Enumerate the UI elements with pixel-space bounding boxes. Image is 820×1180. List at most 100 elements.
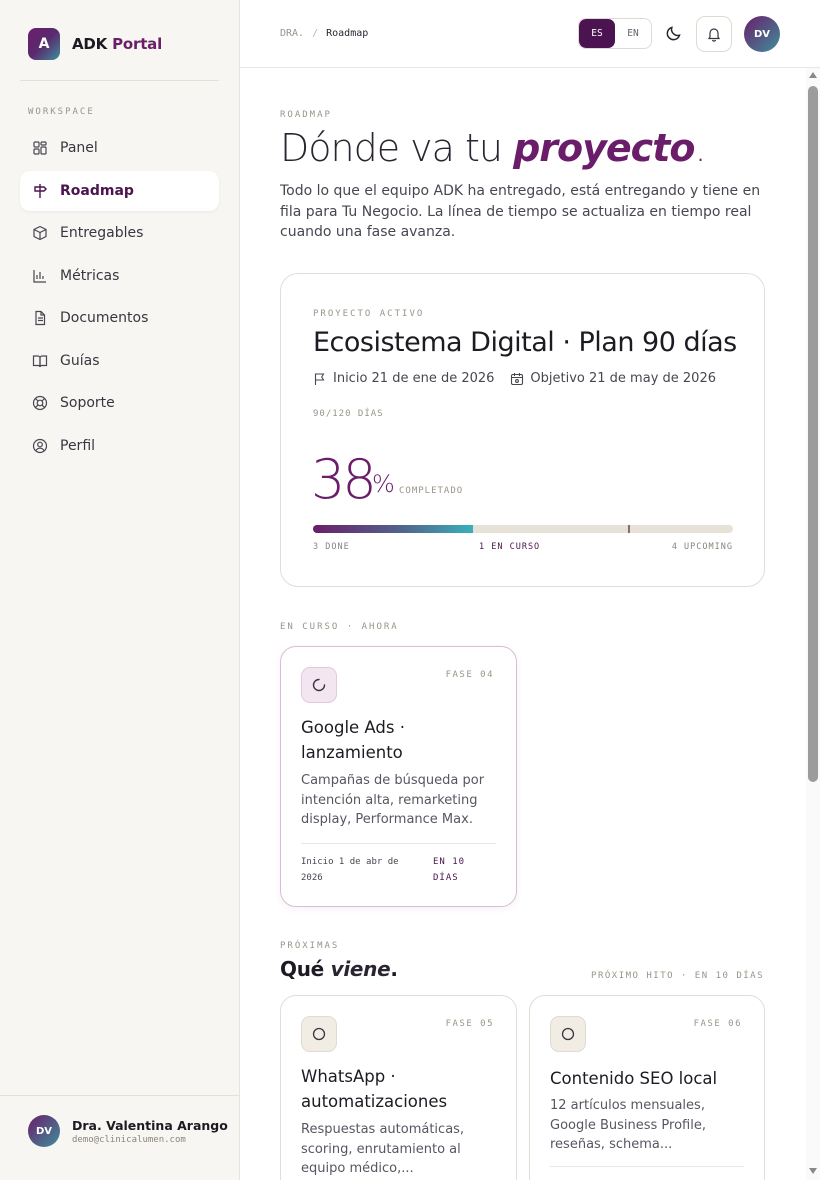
phase-title: Contenido SEO local xyxy=(550,1069,718,1088)
scroll-down-arrow-icon[interactable] xyxy=(809,1168,817,1174)
phase-eta: EN 10 DÍAS xyxy=(433,857,466,883)
avatar: DV xyxy=(28,1115,60,1147)
circle-icon xyxy=(550,1016,586,1052)
sidebar-item-perfil[interactable]: Perfil xyxy=(20,426,219,466)
breadcrumb-root[interactable]: DRA. xyxy=(280,28,304,39)
signpost-icon xyxy=(34,183,47,198)
user-profile[interactable]: DV Dra. Valentina Arango demo@clinicalum… xyxy=(28,1115,228,1147)
upcoming-count: 4 UPCOMING xyxy=(671,542,733,552)
bar-chart-icon xyxy=(33,269,46,283)
page-title: Dónde va tu proyecto. xyxy=(280,126,707,170)
breadcrumb-current: Roadmap xyxy=(326,28,369,39)
upcoming-title: Qué viene. xyxy=(280,957,398,981)
divider xyxy=(20,80,219,81)
sidebar-nav: Panel Roadmap Entregables Métricas Docum… xyxy=(20,128,219,468)
lang-es-button[interactable]: ES xyxy=(579,19,615,48)
breadcrumb: DRA. / Roadmap xyxy=(280,28,368,39)
phase-card-upcoming[interactable]: FASE 05 WhatsApp · automatizaciones Resp… xyxy=(280,995,517,1180)
brand-name-main: ADK xyxy=(72,35,108,53)
progress-bar-fill xyxy=(313,525,473,533)
sidebar-item-label: Soporte xyxy=(60,395,115,411)
project-dates: Inicio 21 de ene de 2026 Objetivo 21 de … xyxy=(313,371,716,386)
language-toggle: ES EN xyxy=(578,18,652,49)
brand-name: ADK Portal xyxy=(72,35,162,53)
loading-spinner-icon xyxy=(301,667,337,703)
box-icon xyxy=(33,225,47,241)
divider xyxy=(301,843,496,844)
phase-description: 12 artículos mensuales, Google Business … xyxy=(550,1098,706,1152)
project-title: Ecosistema Digital · Plan 90 días xyxy=(313,327,737,358)
sidebar-item-panel[interactable]: Panel xyxy=(20,128,219,168)
scroll-up-arrow-icon[interactable] xyxy=(809,72,817,78)
divider xyxy=(550,1166,744,1167)
sidebar-item-label: Entregables xyxy=(60,225,144,241)
sidebar: A ADK Portal WORKSPACE Panel Roadmap Ent… xyxy=(0,0,240,1180)
sidebar-item-label: Panel xyxy=(60,140,98,156)
notifications-button[interactable] xyxy=(696,16,732,52)
workspace-label: WORKSPACE xyxy=(28,107,95,117)
sidebar-item-label: Métricas xyxy=(60,267,120,284)
phase-description: Campañas de búsqueda por intención alta,… xyxy=(301,773,485,827)
user-email: demo@clinicalumen.com xyxy=(72,1134,186,1145)
lang-en-button[interactable]: EN xyxy=(615,19,651,48)
sidebar-item-entregables[interactable]: Entregables xyxy=(20,213,219,253)
phase-number: FASE 04 xyxy=(445,670,494,680)
user-circle-icon xyxy=(32,438,48,453)
in-progress-count: 1 EN CURSO xyxy=(479,542,541,552)
flag-icon xyxy=(314,372,325,385)
sidebar-item-metricas[interactable]: Métricas xyxy=(20,256,219,296)
phase-number: FASE 06 xyxy=(693,1019,742,1029)
phase-card-upcoming[interactable]: FASE 06 Contenido SEO local 12 artículos… xyxy=(529,995,765,1180)
phase-start-date: Inicio 1 de abr de 2026 xyxy=(301,857,399,883)
avatar[interactable]: DV xyxy=(744,16,780,52)
user-info: Dra. Valentina Arango demo@clinicalumen.… xyxy=(72,1118,228,1145)
breadcrumb-separator: / xyxy=(312,28,319,39)
upcoming-title-emphasis: viene xyxy=(330,957,391,981)
days-counter: 90/120 DÍAS xyxy=(313,409,384,419)
title-emphasis: proyecto xyxy=(513,126,695,170)
progress-marker xyxy=(628,525,630,533)
bell-icon xyxy=(707,28,721,42)
done-count: 3 DONE xyxy=(313,542,350,552)
brand-logo: A xyxy=(28,28,60,60)
title-plain: Dónde va tu xyxy=(280,126,514,170)
sidebar-item-label: Guías xyxy=(60,352,100,369)
divider xyxy=(0,1095,239,1096)
sidebar-item-documentos[interactable]: Documentos xyxy=(20,298,219,338)
topbar: DRA. / Roadmap ES EN DV xyxy=(240,0,820,68)
next-milestone: PRÓXIMO HITO · EN 10 DÍAS xyxy=(591,971,764,981)
phase-title: WhatsApp · automatizaciones xyxy=(301,1067,448,1111)
percent-complete: 38 xyxy=(311,448,377,511)
title-dot: . xyxy=(694,126,706,170)
document-icon xyxy=(35,310,46,326)
current-section-label: EN CURSO · AHORA xyxy=(280,622,399,632)
upcoming-section-label: PRÓXIMAS xyxy=(280,941,340,951)
upcoming-title-dot: . xyxy=(390,957,398,981)
sidebar-item-soporte[interactable]: Soporte xyxy=(20,383,219,423)
phase-description: Respuestas automáticas, scoring, enrutam… xyxy=(301,1122,465,1176)
sidebar-item-label: Documentos xyxy=(60,310,149,326)
book-icon xyxy=(32,354,48,367)
percent-label: COMPLETADO xyxy=(399,486,464,496)
phase-card-current[interactable]: FASE 04 Google Ads · lanzamiento Campaña… xyxy=(280,646,517,907)
progress-bar xyxy=(313,525,733,533)
moon-icon[interactable] xyxy=(664,23,684,43)
app-root: A ADK Portal WORKSPACE Panel Roadmap Ent… xyxy=(0,0,820,1180)
page-eyebrow: ROADMAP xyxy=(280,110,332,120)
grid-icon xyxy=(33,141,47,155)
scrollbar-thumb[interactable] xyxy=(808,86,818,782)
project-start-date: Inicio 21 de ene de 2026 xyxy=(333,371,495,386)
sidebar-item-label: Perfil xyxy=(60,437,96,454)
project-target-date: Objetivo 21 de may de 2026 xyxy=(530,371,716,386)
brand[interactable]: A ADK Portal xyxy=(28,28,162,60)
upcoming-title-plain: Qué xyxy=(280,957,331,981)
sidebar-item-guias[interactable]: Guías xyxy=(20,341,219,381)
percent-sign: % xyxy=(372,470,395,498)
sidebar-item-label: Roadmap xyxy=(60,182,134,199)
page-description: Todo lo que el equipo ADK ha entregado, … xyxy=(280,183,761,240)
lifebuoy-icon xyxy=(32,395,48,411)
project-eyebrow: PROYECTO ACTIVO xyxy=(313,309,425,319)
phase-number: FASE 05 xyxy=(445,1019,494,1029)
phase-title: Google Ads · lanzamiento xyxy=(301,718,405,762)
sidebar-item-roadmap[interactable]: Roadmap xyxy=(20,170,219,211)
